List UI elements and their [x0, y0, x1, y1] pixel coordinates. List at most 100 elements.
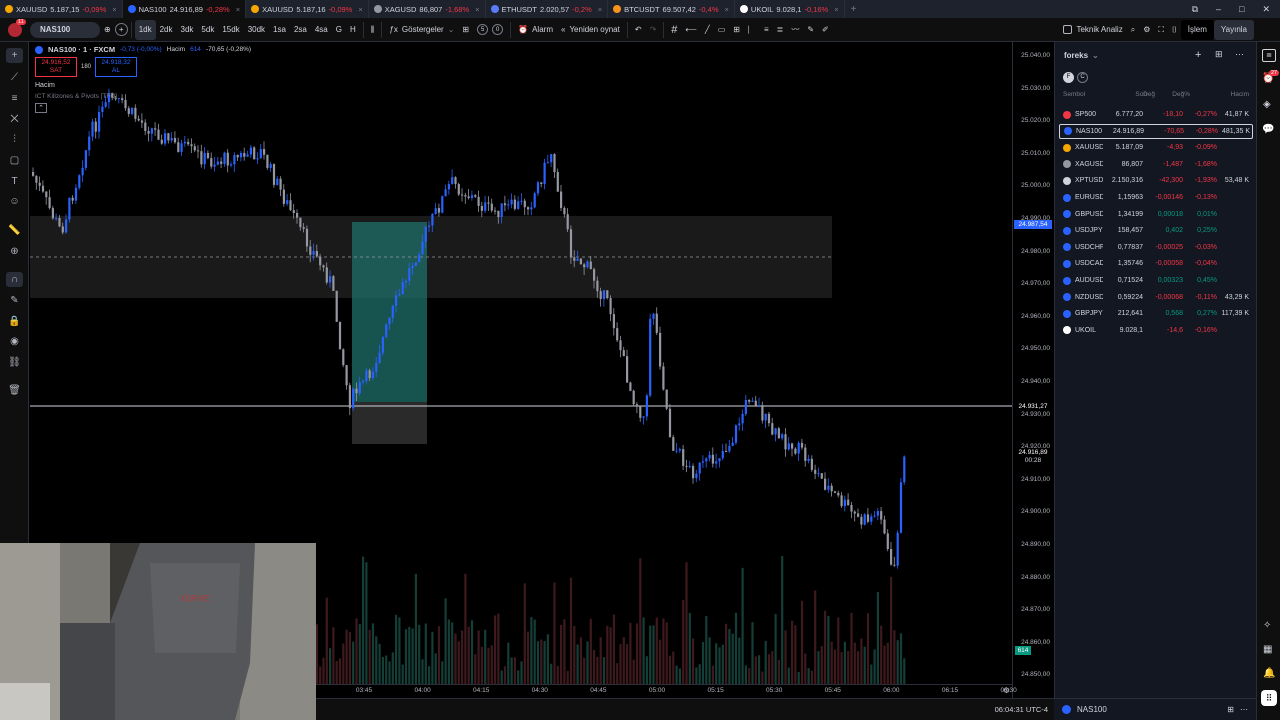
pattern-tool-icon[interactable]: ⨉ [6, 112, 23, 127]
close-icon[interactable]: ✕ [1262, 4, 1270, 15]
browser-tab[interactable]: XAUUSD 5.187,16 -0,09% × [246, 0, 369, 18]
add-watchlist-icon[interactable]: + [1195, 49, 1201, 61]
details-layout-icon[interactable]: ⊞ [1227, 705, 1234, 714]
path-icon[interactable]: 〰 [787, 20, 803, 40]
interval-G[interactable]: G [332, 20, 346, 40]
browser-tab[interactable]: NAS100 24.916,89 -0,28% × [122, 0, 247, 18]
settings-icon[interactable]: ⚙ [1139, 20, 1154, 40]
watchlist-row[interactable]: XAGUSD 86,807 -1,487 -1,68% [1059, 157, 1253, 172]
icon-tool-icon[interactable]: ☺ [6, 194, 23, 209]
publish-button[interactable]: Yayınla [1213, 19, 1254, 40]
new-tab-icon[interactable]: + [851, 4, 857, 15]
camera-icon[interactable]: ⌷ [1168, 20, 1181, 40]
candle-type-icon[interactable]: ⫼ [367, 20, 379, 40]
watchlist-col-2[interactable]: Değ [1143, 91, 1155, 98]
fullscreen-icon[interactable]: ⛶ [1154, 20, 1168, 40]
shape-tool-icon[interactable]: ▢ [6, 153, 23, 168]
tab-close-icon[interactable]: × [598, 5, 602, 14]
chat-icon[interactable]: 💬 [1262, 124, 1274, 135]
crosshair-icon[interactable]: + [6, 48, 23, 63]
watchlist-row[interactable]: GBPUSD 1,34199 0,00018 0,01% [1059, 207, 1253, 222]
rectangle-icon[interactable]: ▭ [714, 20, 730, 40]
indicator-killzones[interactable]: ICT Killzones & Pivots [TFO] [35, 93, 251, 100]
flag-f-icon[interactable]: F [1063, 72, 1074, 83]
interval-2dk[interactable]: 2dk [156, 20, 177, 40]
browser-tab[interactable]: BTCUSDT 69.507,42 -0,4% × [608, 0, 735, 18]
interval-3dk[interactable]: 3dk [177, 20, 198, 40]
watchlist-row[interactable]: UKOIL 9.028,1 -14,6 -0,16% [1059, 323, 1253, 338]
watchlist-col-3[interactable]: Değ% [1172, 91, 1190, 98]
interval-5dk[interactable]: 5dk [197, 20, 218, 40]
interval-1sa[interactable]: 1sa [269, 20, 290, 40]
interval-30dk[interactable]: 30dk [244, 20, 269, 40]
fib-icon[interactable]: ≡ [760, 20, 773, 40]
watchlist-row[interactable]: USDCHF 0,77837 -0,00025 -0,03% [1059, 240, 1253, 255]
tab-close-icon[interactable]: × [236, 5, 240, 14]
watchlist-row[interactable]: EURUSD 1,15963 -0,00146 -0,13% [1059, 190, 1253, 205]
magnet-icon[interactable]: ∩ [6, 272, 23, 287]
horizontal-line-icon[interactable]: ⟵ [681, 20, 700, 40]
browser-tab[interactable]: XAUUSD 5.187,15 -0,09% × [0, 0, 123, 18]
prediction-tool-icon[interactable]: ⫶ [6, 132, 23, 147]
watchlist-row[interactable]: USDCAD 1,35746 -0,00058 -0,04% [1059, 256, 1253, 271]
avatar[interactable]: 11 [0, 18, 30, 42]
tab-close-icon[interactable]: × [475, 5, 479, 14]
apps-grid-icon[interactable]: ⠿ [1261, 690, 1277, 706]
browser-tab[interactable]: UKOIL 9.028,1 -0,16% × [735, 0, 845, 18]
undo-icon[interactable]: ↶ [631, 20, 646, 40]
sell-button[interactable]: 24.916,52 SAT [35, 57, 77, 77]
watchlist-row[interactable]: XPTUSD 2.150,316 -42,300 -1,93% 53,48 K [1059, 173, 1253, 188]
redo-icon[interactable]: ↷ [646, 20, 661, 40]
details-symbol[interactable]: NAS100 [1077, 705, 1107, 714]
tab-close-icon[interactable]: × [834, 5, 838, 14]
calendar-icon[interactable]: ▦ [1263, 644, 1272, 655]
buy-button[interactable]: 24.918,32 AL [95, 57, 138, 77]
watchlist-row[interactable]: NZDUSD 0,59224 -0,00068 -0,11% 43,29 K [1059, 290, 1253, 305]
vertical-line-icon[interactable]: ⎸ [744, 20, 760, 40]
browser-tab[interactable]: XAGUSD 86,807 -1,68% × [369, 0, 486, 18]
lock-icon[interactable]: 🔒 [6, 314, 23, 329]
add-symbol-icon[interactable]: ⊕ [100, 20, 115, 40]
maximize-icon[interactable]: □ [1239, 4, 1244, 14]
collapse-legend-icon[interactable]: ⌃ [35, 103, 47, 113]
brush-icon[interactable]: ✎ [803, 20, 818, 40]
browser-tab[interactable]: ETHUSDT 2.020,57 -0,2% × [486, 0, 609, 18]
symbol-search-input[interactable]: NAS100 [30, 21, 100, 38]
templates-icon[interactable]: ⊞ [458, 20, 473, 40]
search-icon[interactable]: ⌕ [1127, 20, 1139, 40]
watchlist-title-button[interactable]: foreks ⌄ [1064, 51, 1099, 60]
tab-close-icon[interactable]: × [358, 5, 362, 14]
trend-line-tool-icon[interactable]: ⟋ [6, 70, 23, 85]
watchlist-row[interactable]: XAUUSD 5.187,09 -4,93 -0,09% [1059, 140, 1253, 155]
layers-icon[interactable]: ◈ [1263, 99, 1271, 110]
trend-line-icon[interactable]: ╱ [701, 20, 714, 40]
watchlist-layout-icon[interactable]: ⊞ [1215, 49, 1223, 60]
grid-icon[interactable]: # [667, 20, 681, 40]
interval-2sa[interactable]: 2sa [290, 20, 311, 40]
trade-button[interactable]: İşlem [1180, 19, 1214, 40]
time-axis[interactable]: ⚙ 03:45 04:00 04:15 04:30 04:45 05:00 05:15 05:… [316, 684, 1017, 698]
indicators-button[interactable]: ƒx Göstergeler ⌄ [385, 20, 458, 40]
indicator-volume[interactable]: Hacim [35, 82, 251, 89]
compare-icon[interactable]: + [114, 23, 128, 36]
minimize-icon[interactable]: – [1216, 4, 1221, 14]
fib-tool-icon[interactable]: ≡ [6, 91, 23, 106]
tab-close-icon[interactable]: × [112, 5, 116, 14]
watchlist-row[interactable]: USDJPY 158,457 0,402 0,25% [1059, 223, 1253, 238]
watchlist-col-0[interactable]: Sembol [1063, 91, 1085, 98]
watchlist-row[interactable]: SP500 6.777,20 -18,10 -0,27% 41,87 K [1059, 107, 1253, 122]
tab-close-icon[interactable]: × [725, 5, 729, 14]
text-tool-icon[interactable]: T [6, 174, 23, 189]
layout-5-icon[interactable]: 50 [473, 20, 507, 40]
pen-icon[interactable]: ✐ [818, 20, 833, 40]
bell-icon[interactable]: 🔔 [1263, 668, 1275, 679]
watchlist-row[interactable]: GBPJPY 212,641 0,568 0,27% 117,39 K [1059, 306, 1253, 321]
price-axis[interactable]: 25.040,00 25.030,00 25.020,00 25.010,00 25.0… [1012, 42, 1054, 698]
eye-icon[interactable]: ◉ [6, 334, 23, 349]
interval-1dk[interactable]: 1dk [134, 19, 156, 40]
restore-icon[interactable]: ⧉ [1192, 4, 1198, 15]
details-more-icon[interactable]: ⋯ [1240, 705, 1248, 714]
interval-4sa[interactable]: 4sa [311, 20, 332, 40]
watchlist-col-4[interactable]: Hacim [1231, 91, 1249, 98]
alarm-button[interactable]: ⏰ Alarm [514, 20, 557, 40]
